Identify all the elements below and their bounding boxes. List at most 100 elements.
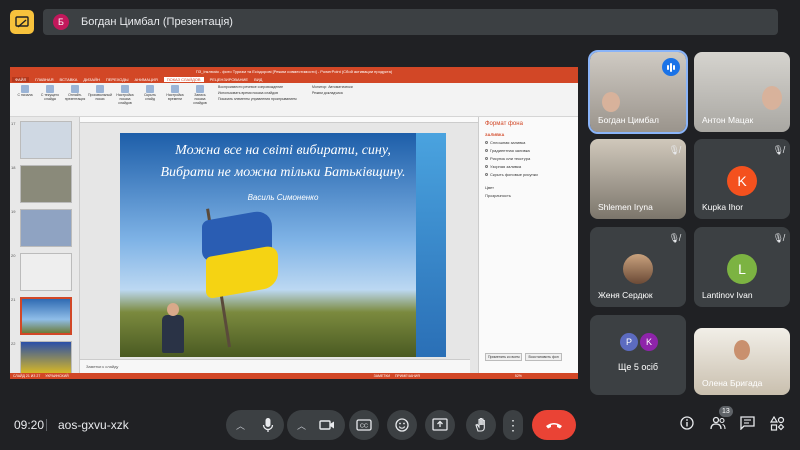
- ppt-tab: ВИД: [254, 77, 263, 82]
- reactions-button[interactable]: [387, 410, 417, 440]
- ribbon-checkboxes: Воспроизвести речевое сопровождение Испо…: [218, 85, 297, 101]
- svg-text:CC: CC: [360, 424, 368, 430]
- chevron-up-icon[interactable]: ︿: [236, 419, 245, 432]
- ppt-tab: ФАЙЛ: [12, 77, 30, 82]
- raise-hand-button[interactable]: [466, 410, 496, 440]
- chevron-up-icon[interactable]: ︿: [297, 419, 306, 432]
- participant-tile[interactable]: Богдан Цимбал: [588, 50, 688, 134]
- slide-thumbnail: [20, 121, 72, 159]
- checkbox-icon: [485, 173, 488, 176]
- more-participants-label: Ще 5 осіб: [617, 362, 659, 372]
- slide-thumbnail: [20, 253, 72, 291]
- slide-quote-line-1: Можна все на світі вибирати, сину,: [175, 143, 391, 158]
- format-option: Градиентная заливка: [485, 148, 572, 153]
- radio-icon: [485, 149, 488, 152]
- ribbon-button: Запись показа слайдов: [189, 85, 211, 114]
- activities-icon[interactable]: [769, 415, 785, 434]
- slide-canvas: Можна все на світі вибирати, сину, Вибра…: [80, 117, 578, 373]
- presenter-bar: Б Богдан Цимбал (Презентація): [43, 9, 778, 35]
- present-button[interactable]: [425, 410, 455, 440]
- format-option: Рисунок или текстура: [485, 156, 572, 161]
- format-pane-title: Формат фона: [485, 121, 523, 127]
- present-screen-icon[interactable]: [432, 418, 448, 432]
- participant-avatar: K: [727, 166, 757, 196]
- participant-tile[interactable]: Антон Мацак: [694, 52, 790, 132]
- mic-off-icon: 🎙︎̸: [772, 233, 784, 243]
- participant-name: Женя Сердюк: [598, 290, 653, 300]
- speaking-indicator-icon: [662, 58, 680, 76]
- meeting-code[interactable]: aos-gxvu-xzk: [58, 418, 129, 432]
- captions-icon[interactable]: CC: [356, 419, 372, 431]
- phone-hangup-icon[interactable]: [545, 420, 563, 430]
- ppt-tab: ВСТАВКА: [59, 77, 78, 82]
- slide-thumbnail: [20, 209, 72, 247]
- child-figure: [160, 303, 186, 353]
- presenter-avatar: Б: [53, 14, 69, 30]
- ppt-ribbon: С начала С текущего слайда Онлайн-презен…: [10, 83, 578, 117]
- hand-icon[interactable]: [474, 417, 488, 433]
- participant-tile[interactable]: Олена Бригада: [694, 328, 790, 395]
- custom-show-icon: [96, 85, 104, 93]
- emoji-icon[interactable]: [395, 418, 409, 432]
- ppt-window-title: ПЗ_Інклюзія - фото Туризм та Есіздорові …: [195, 69, 393, 74]
- ribbon-button: Настройка времени: [164, 85, 186, 114]
- timing-icon: [171, 85, 179, 93]
- camera-control[interactable]: ︿: [287, 410, 345, 440]
- radio-icon: [485, 157, 488, 160]
- settings-icon: [121, 85, 129, 93]
- participant-name: Богдан Цимбал: [598, 115, 659, 125]
- ppt-tab: АНИМАЦИЯ: [134, 77, 158, 82]
- info-icon[interactable]: [680, 416, 694, 433]
- microphone-icon[interactable]: [262, 417, 274, 433]
- ribbon-button: Скрыть слайд: [139, 85, 161, 114]
- presenter-title: Богдан Цимбал (Презентація): [81, 16, 233, 28]
- slide-thumbnail: [20, 341, 72, 373]
- format-background-pane: Формат фона ЗАЛИВКА Сплошная заливка Гра…: [478, 117, 578, 373]
- format-option: Сплошная заливка: [485, 140, 572, 145]
- ribbon-button: Произвольный показ: [88, 85, 112, 114]
- ppt-status-bar: СЛАЙД 21 ИЗ 27 УКРАИНСКИЙ ЗАМЕТКИ ПРИМЕЧ…: [10, 373, 578, 379]
- format-option: Цвет: [485, 185, 494, 190]
- more-options-button[interactable]: ⋮: [503, 410, 523, 440]
- ppt-ribbon-tabs: ФАЙЛ ГЛАВНАЯ ВСТАВКА ДИЗАЙН ПЕРЕХОДЫ АНИ…: [10, 76, 578, 83]
- slide-thumbnails: 17 18 19 20 21 22: [10, 117, 80, 373]
- ribbon-button: Онлайн-презентация: [64, 85, 86, 114]
- slide-author: Василь Симоненко: [247, 193, 319, 202]
- radio-icon: [485, 165, 488, 168]
- record-icon: [196, 85, 204, 93]
- ppt-title-bar: ПЗ_Інклюзія - фото Туризм та Есіздорові …: [10, 67, 578, 76]
- participant-name: Kupka Ihor: [702, 202, 744, 212]
- leave-call-button[interactable]: [532, 410, 576, 440]
- captions-button[interactable]: CC: [349, 410, 379, 440]
- ribbon-button: С текущего слайда: [39, 85, 61, 114]
- ppt-tab: ДИЗАЙН: [83, 77, 100, 82]
- radio-icon: [485, 141, 488, 144]
- camera-icon[interactable]: [319, 419, 335, 431]
- mic-off-icon: 🎙︎̸: [668, 145, 680, 155]
- people-icon[interactable]: [710, 416, 726, 433]
- participant-avatar: P: [620, 333, 638, 351]
- chat-icon[interactable]: [740, 416, 755, 433]
- mic-control[interactable]: ︿: [226, 410, 284, 440]
- ribbon-monitor: Монитор: Автоматически Режим докладчика: [312, 85, 353, 95]
- current-slide: Можна все на світі вибирати, сину, Вибра…: [120, 133, 446, 357]
- more-vertical-icon[interactable]: ⋮: [506, 417, 520, 434]
- format-option: Прозрачность: [485, 193, 511, 198]
- slide-notes: Заметки к слайду: [80, 359, 470, 373]
- participant-name: Антон Мацак: [702, 115, 754, 125]
- slide-quote-line-2: Вибрати не можна тільки Батьківщину.: [160, 165, 406, 180]
- participant-name: Shlemen Iryna: [598, 202, 653, 212]
- participant-tile[interactable]: 🎙︎̸ K Kupka Ihor: [694, 139, 790, 219]
- format-pane-buttons: Применить ко всем Восстановить фон: [485, 353, 562, 361]
- more-participants-tile[interactable]: P K Ще 5 осіб: [590, 315, 686, 395]
- participant-name: Lantinov Ivan: [702, 290, 753, 300]
- ribbon-button: С начала: [14, 85, 36, 114]
- slide-thumbnail-selected: [20, 297, 72, 335]
- mic-off-icon: 🎙︎̸: [668, 233, 680, 243]
- participant-tile[interactable]: 🎙︎̸ Shlemen Iryna: [590, 139, 686, 219]
- ppt-tab-active: ПОКАЗ СЛАЙДОВ: [163, 77, 204, 82]
- participant-tile[interactable]: 🎙︎̸ Женя Сердюк: [590, 227, 686, 307]
- participant-tile[interactable]: 🎙︎̸ L Lantinov Ivan: [694, 227, 790, 307]
- slide-thumbnail: [20, 165, 72, 203]
- ppt-tab: РЕЦЕНЗИРОВАНИЕ: [209, 77, 249, 82]
